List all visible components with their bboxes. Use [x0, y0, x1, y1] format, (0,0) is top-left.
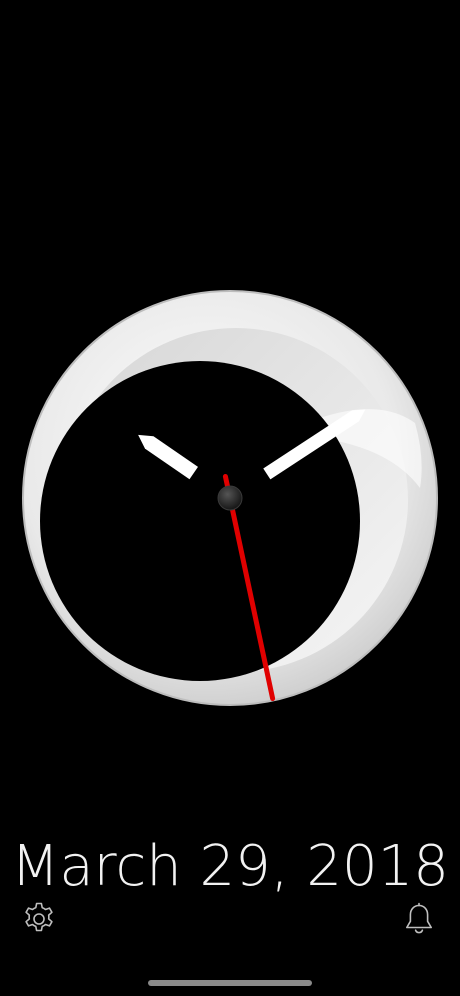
alarm-button[interactable] — [398, 898, 440, 940]
bell-icon — [406, 902, 432, 934]
settings-button[interactable] — [18, 898, 60, 940]
gear-icon — [25, 902, 53, 932]
clock-face — [40, 361, 360, 681]
date-label: March 29, 2018 — [11, 834, 449, 899]
clock-svg — [22, 290, 438, 706]
home-indicator[interactable] — [148, 980, 312, 986]
center-cap — [217, 485, 243, 511]
analog-clock — [20, 288, 440, 708]
